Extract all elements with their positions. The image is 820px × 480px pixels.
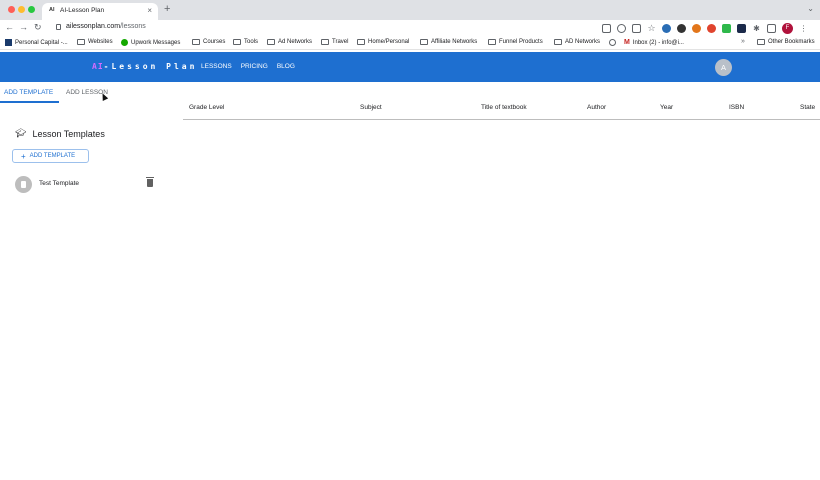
extension-dark-icon[interactable] [677, 24, 686, 33]
main-nav: LESSONS PRICING BLOG [201, 63, 295, 70]
lock-icon[interactable] [56, 24, 61, 30]
bookmark-item[interactable]: M Inbox (2) - info@i... [624, 39, 684, 46]
folder-icon [233, 39, 241, 45]
folder-icon [488, 39, 496, 45]
new-tab-button[interactable]: + [164, 3, 170, 15]
extension-blue-icon[interactable] [662, 24, 671, 33]
column-header-isbn[interactable]: ISBN [729, 104, 744, 111]
url-path: /lessons [120, 23, 146, 30]
template-name: Test Template [39, 180, 79, 187]
bookmark-item[interactable]: Upwork Messages [121, 39, 180, 46]
bookmark-item[interactable]: Courses [192, 39, 225, 45]
bookmark-item[interactable]: Funnel Products [488, 39, 543, 45]
install-app-icon[interactable] [602, 24, 611, 33]
logo-ai-text: AI [92, 62, 104, 71]
bookmark-item[interactable] [609, 39, 616, 46]
globe-icon [609, 39, 616, 46]
nav-pricing[interactable]: PRICING [241, 63, 268, 70]
column-header-subject[interactable]: Subject [360, 104, 382, 111]
column-header-state[interactable]: State [800, 104, 815, 111]
folder-icon [554, 39, 562, 45]
user-avatar[interactable]: A [715, 59, 732, 76]
lessons-table-header: Grade Level Subject Title of textbook Au… [183, 101, 820, 120]
nav-blog[interactable]: BLOG [277, 63, 295, 70]
document-icon [15, 176, 32, 193]
back-button[interactable]: ← [5, 22, 14, 32]
plus-icon: + [21, 151, 26, 161]
bookmarks-bar: Personal Capital -... Websites Upwork Me… [0, 37, 820, 50]
list-item[interactable]: Test Template [12, 175, 160, 194]
address-bar[interactable]: ailessonplan.com/lessons ☆ ✱ F ⋮ [52, 22, 812, 35]
app-header: AI-Lesson Plan LESSONS PRICING BLOG A [0, 52, 820, 82]
extension-green-icon[interactable] [722, 24, 731, 33]
column-header-year[interactable]: Year [660, 104, 673, 111]
extension-red-icon[interactable] [707, 24, 716, 33]
column-header-author[interactable]: Author [587, 104, 606, 111]
folder-icon [757, 39, 765, 45]
column-header-textbook-title[interactable]: Title of textbook [481, 104, 527, 111]
url-host: ailessonplan.com [66, 23, 121, 30]
bookmark-item[interactable]: Travel [321, 39, 348, 45]
bookmark-item[interactable]: Home/Personal [357, 39, 409, 45]
more-menu-icon[interactable]: ⋮ [799, 24, 808, 33]
tab-search-chevron-icon[interactable]: ⌄ [807, 4, 814, 13]
gmail-icon: M [624, 39, 630, 46]
close-window-button[interactable] [8, 6, 15, 13]
column-header-grade-level[interactable]: Grade Level [189, 104, 224, 111]
panel-title-text: Lesson Templates [32, 128, 105, 139]
side-panel-icon[interactable] [767, 24, 776, 33]
bookmarks-overflow-chevron-icon[interactable]: » [741, 38, 745, 45]
bookmark-item[interactable]: AD Networks [554, 39, 600, 45]
folder-icon [77, 39, 85, 45]
maximize-window-button[interactable] [28, 6, 35, 13]
bookmark-item[interactable]: Personal Capital -... [5, 39, 68, 46]
browser-tab-strip: AI AI-Lesson Plan × + ⌄ [0, 0, 820, 20]
extensions-puzzle-icon[interactable]: ✱ [752, 24, 761, 33]
add-template-label: ADD TEMPLATE [29, 153, 76, 159]
bookmark-item[interactable]: Tools [233, 39, 258, 45]
metamask-icon[interactable] [692, 24, 701, 33]
folder-icon [267, 39, 275, 45]
browser-toolbar: ← → ↻ ailessonplan.com/lessons ☆ ✱ F ⋮ [0, 20, 820, 37]
graduation-cap-icon: 🎓︎ [15, 128, 27, 138]
personal-capital-icon [5, 39, 12, 46]
bookmark-item[interactable]: Websites [77, 39, 113, 45]
site-favicon-icon: AI [49, 7, 55, 13]
app-logo[interactable]: AI-Lesson Plan [92, 62, 197, 71]
reload-button[interactable]: ↻ [34, 22, 42, 33]
forward-button[interactable]: → [19, 22, 28, 32]
bookmark-star-icon[interactable]: ☆ [647, 24, 656, 33]
folder-icon [357, 39, 365, 45]
profile-avatar[interactable]: F [782, 23, 793, 34]
bookmark-item[interactable]: Affiliate Networks [420, 39, 477, 45]
browser-tab[interactable]: AI AI-Lesson Plan × [42, 3, 158, 20]
share-icon[interactable] [632, 24, 641, 33]
delete-trash-icon[interactable] [146, 177, 154, 187]
folder-icon [192, 39, 200, 45]
folder-icon [420, 39, 428, 45]
extension-icons: ☆ ✱ F ⋮ [602, 23, 808, 34]
panel-title: 🎓︎ Lesson Templates [15, 128, 105, 139]
minimize-window-button[interactable] [18, 6, 25, 13]
bookmark-item[interactable]: Ad Networks [267, 39, 312, 45]
add-template-button[interactable]: + ADD TEMPLATE [12, 149, 89, 163]
active-tab-indicator [0, 101, 59, 103]
browser-tab-title: AI-Lesson Plan [60, 7, 105, 14]
upwork-icon [121, 39, 128, 46]
close-tab-icon[interactable]: × [147, 6, 152, 15]
folder-icon [321, 39, 329, 45]
url-text[interactable]: ailessonplan.com/lessons [66, 23, 146, 30]
zoom-icon[interactable] [617, 24, 626, 33]
logo-text: -Lesson Plan [103, 62, 198, 71]
extension-navy-icon[interactable] [737, 24, 746, 33]
other-bookmarks[interactable]: Other Bookmarks [757, 39, 815, 45]
tab-add-template[interactable]: ADD TEMPLATE [4, 89, 53, 96]
nav-lessons[interactable]: LESSONS [201, 63, 232, 70]
